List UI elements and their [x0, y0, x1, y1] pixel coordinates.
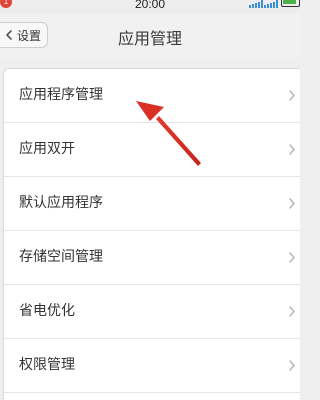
chevron-right-icon — [289, 252, 295, 263]
list-item-label: 应用双开 — [19, 141, 75, 157]
list-item-label: 存储空间管理 — [19, 249, 103, 265]
chevron-right-icon — [289, 360, 295, 371]
list-item-app-management[interactable]: 应用程序管理 — [4, 69, 300, 123]
list-item-storage-management[interactable]: 存储空间管理 — [4, 231, 300, 285]
status-bar: 1 20:00 — [0, 0, 300, 14]
list-item-dual-apps[interactable]: 应用双开 — [4, 123, 300, 177]
list-item-label: 省电优化 — [19, 303, 75, 319]
signal-strength-icon — [264, 0, 278, 8]
battery-icon — [281, 0, 300, 7]
nav-header: 设置 应用管理 — [0, 14, 300, 58]
page-title: 应用管理 — [117, 29, 182, 48]
list-item-label: 应用程序管理 — [19, 87, 103, 103]
list-item-label: 默认应用程序 — [19, 195, 103, 211]
list-item-default-apps[interactable]: 默认应用程序 — [4, 177, 300, 231]
list-item-power-optimization[interactable]: 省电优化 — [4, 285, 300, 339]
chevron-right-icon — [289, 198, 295, 209]
list-item-label: 权限管理 — [19, 357, 75, 373]
signal-strength-icon — [249, 0, 263, 8]
settings-list: 应用程序管理 应用双开 默认应用程序 存储空间管理 省电优化 权限管理 — [3, 68, 300, 400]
chevron-right-icon — [289, 306, 295, 317]
chevron-right-icon — [289, 144, 295, 155]
chevron-right-icon — [289, 90, 295, 101]
list-item-permission-management[interactable]: 权限管理 — [4, 339, 300, 393]
